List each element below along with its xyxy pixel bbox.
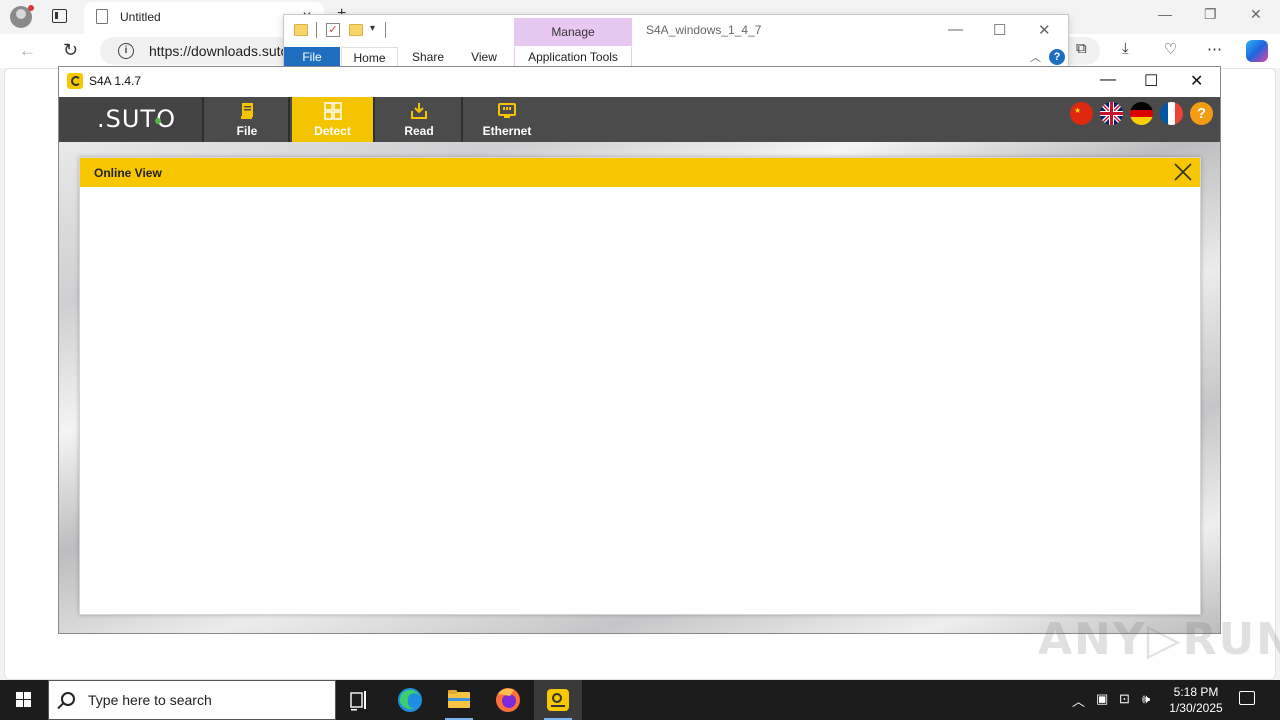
toolbar-read-button[interactable]: Read (377, 97, 463, 142)
task-view-icon (350, 691, 366, 711)
explorer-maximize-icon[interactable]: ☐ (993, 21, 1006, 39)
anyrun-watermark: ANY▷RUN (1038, 614, 1280, 665)
s4a-app-icon (67, 73, 83, 89)
ethernet-icon (498, 103, 516, 118)
browser-restore-icon[interactable]: ❐ (1204, 6, 1217, 23)
search-icon (61, 692, 75, 706)
address-url[interactable]: https://downloads.suto (149, 43, 288, 59)
s4a-maximize-icon[interactable]: ☐ (1144, 71, 1158, 91)
explorer-close-icon[interactable]: ✕ (1038, 21, 1051, 39)
page-icon (96, 9, 108, 24)
french-flag-icon[interactable] (1160, 102, 1183, 125)
s4a-minimize-icon[interactable]: — (1100, 71, 1116, 89)
toolbar-divider (385, 22, 386, 38)
toolbar-divider (316, 22, 317, 38)
file-icon (241, 103, 253, 119)
collections-icon[interactable]: ⧉ (1076, 40, 1087, 57)
windows-icon (16, 692, 31, 707)
file-explorer-icon (448, 690, 470, 708)
online-view-panel: Online View (79, 157, 1201, 615)
edge-icon (398, 688, 422, 712)
online-view-title: Online View (94, 166, 162, 180)
taskbar-firefox[interactable] (484, 680, 532, 720)
profile-notification-dot (28, 5, 34, 11)
network-icon[interactable]: ⊡ (1119, 691, 1130, 707)
properties-icon[interactable]: ✓ (326, 23, 340, 37)
uk-flag-icon[interactable] (1100, 102, 1123, 125)
copilot-icon[interactable] (1246, 40, 1268, 62)
clock-date: 1/30/2025 (1169, 701, 1223, 715)
more-options-icon[interactable]: ⋯ (1207, 40, 1222, 58)
clock[interactable]: 5:18 PM 1/30/2025 (1164, 684, 1228, 716)
new-folder-icon[interactable] (349, 24, 363, 36)
browser-close-icon[interactable]: ✕ (1250, 6, 1262, 23)
quick-access-toolbar: ✓ ▾ (284, 15, 514, 47)
s4a-window: S4A 1.4.7 — ☐ ✕ .SUTO File Detect Read E… (58, 66, 1221, 634)
suto-logo-dot (155, 118, 161, 124)
clock-time: 5:18 PM (1173, 685, 1219, 699)
notifications-icon[interactable] (1239, 691, 1255, 705)
start-button[interactable] (0, 680, 48, 720)
manage-tab[interactable]: Manage (514, 18, 632, 46)
s4a-icon (547, 689, 569, 711)
site-info-icon[interactable]: i (118, 43, 134, 59)
toolbar-detect-label: Detect (314, 124, 351, 138)
show-hidden-icons[interactable]: ︿ (1072, 691, 1085, 710)
suto-logo-text: .SUTO (97, 105, 176, 133)
online-view-close-icon[interactable] (1172, 161, 1194, 183)
taskbar-s4a[interactable] (534, 680, 582, 720)
tab-actions-icon[interactable] (52, 9, 67, 23)
toolbar-ethernet-label: Ethernet (482, 124, 532, 138)
s4a-close-icon[interactable]: ✕ (1190, 71, 1203, 91)
s4a-window-title: S4A 1.4.7 (89, 74, 142, 88)
toolbar-ethernet-button[interactable]: Ethernet (465, 97, 549, 142)
explorer-minimize-icon[interactable]: — (948, 21, 963, 38)
file-explorer-window: ✓ ▾ Manage S4A_windows_1_4_7 — ☐ ✕ File … (283, 14, 1069, 69)
toolbar-file-button[interactable]: File (206, 97, 290, 142)
search-placeholder: Type here to search (88, 692, 212, 708)
read-icon (411, 103, 427, 119)
toolbar-file-label: File (236, 124, 258, 138)
s4a-content-area: Online View (59, 142, 1220, 633)
s4a-titlebar: S4A 1.4.7 — ☐ ✕ (59, 67, 1220, 97)
taskbar: Type here to search ︿ ▣ ⊡ 🕪 5:18 PM 1/30… (0, 680, 1280, 720)
online-view-header: Online View (80, 158, 1200, 187)
help-icon[interactable]: ? (1190, 102, 1213, 125)
ribbon-expand-icon[interactable]: ︿ (1030, 49, 1041, 65)
refresh-icon[interactable]: ↻ (63, 40, 78, 61)
taskbar-edge[interactable] (386, 680, 434, 720)
browser-tab-title: Untitled (120, 10, 161, 24)
task-view-button[interactable] (336, 680, 384, 720)
taskbar-search[interactable]: Type here to search (48, 680, 336, 720)
chinese-flag-icon[interactable]: ★ (1070, 102, 1093, 125)
language-selector: ★ ? (1070, 102, 1213, 126)
downloads-icon[interactable]: ⤓ (1122, 40, 1129, 57)
svg-text:★: ★ (1074, 106, 1081, 115)
german-flag-icon[interactable] (1130, 102, 1153, 125)
toolbar-detect-button[interactable]: Detect (292, 97, 375, 142)
firefox-icon (496, 688, 520, 712)
browser-minimize-icon[interactable]: — (1158, 6, 1172, 22)
meet-now-icon[interactable]: ▣ (1096, 691, 1108, 707)
browser-essentials-icon[interactable]: ♡ (1164, 40, 1177, 58)
volume-icon[interactable]: 🕪 (1142, 691, 1150, 707)
back-icon[interactable]: ← (19, 41, 36, 61)
suto-logo: .SUTO (59, 97, 204, 142)
detect-icon (323, 102, 342, 120)
toolbar-read-label: Read (404, 124, 434, 138)
explorer-title: S4A_windows_1_4_7 (646, 23, 762, 37)
s4a-toolbar: .SUTO File Detect Read Ethernet ★ ? (59, 97, 1220, 142)
customize-toolbar-icon[interactable]: ▾ (370, 23, 375, 34)
explorer-help-icon[interactable]: ? (1049, 49, 1065, 65)
folder-icon (294, 24, 308, 36)
taskbar-file-explorer[interactable] (435, 680, 483, 720)
